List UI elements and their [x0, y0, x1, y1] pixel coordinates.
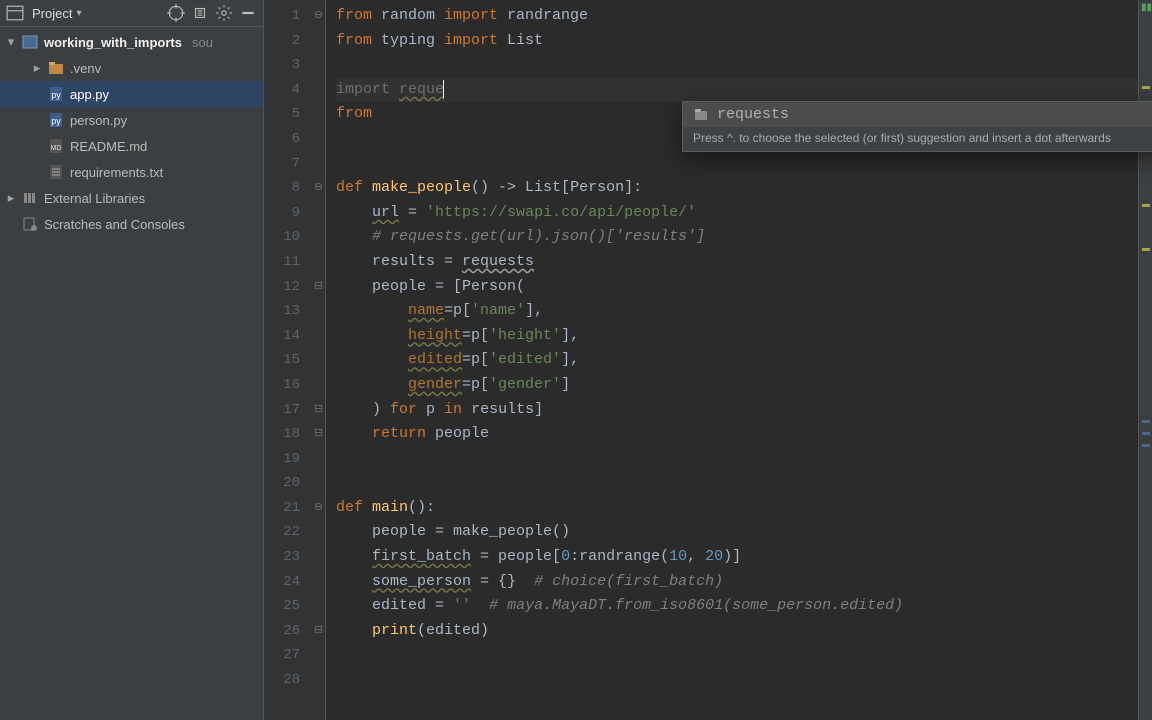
code-line[interactable]: # requests.get(url).json()['results']: [336, 225, 1138, 250]
caret-right-icon[interactable]: ▸: [32, 60, 42, 76]
scratches-icon: [22, 216, 38, 232]
fold-gutter[interactable]: ⊖⊖⊟⊟⊟⊖⊟: [312, 0, 326, 720]
svg-text:MD: MD: [51, 145, 62, 152]
completion-option-label: requests: [717, 106, 789, 123]
svg-text:py: py: [51, 116, 61, 126]
code-line[interactable]: return people: [336, 422, 1138, 447]
code-line[interactable]: results = requests: [336, 250, 1138, 275]
chevron-down-icon[interactable]: ▾: [76, 8, 81, 19]
tree-root[interactable]: ▾ working_with_imports sou: [0, 29, 263, 55]
caret-right-icon[interactable]: ▸: [6, 190, 16, 206]
file-icon: [48, 164, 64, 180]
tree-item[interactable]: py person.py: [0, 107, 263, 133]
code-line[interactable]: people = make_people(): [336, 520, 1138, 545]
code-line[interactable]: [336, 668, 1138, 693]
line-number-gutter[interactable]: 1234567891011121314151617181920212223242…: [264, 0, 312, 720]
code-line[interactable]: def make_people() -> List[Person]:: [336, 176, 1138, 201]
gear-icon[interactable]: [215, 4, 233, 22]
code-line[interactable]: from random import randrange: [336, 4, 1138, 29]
pause-icon[interactable]: ▮▮: [1141, 2, 1152, 14]
tree-item-label: .venv: [70, 61, 101, 76]
editor: 1234567891011121314151617181920212223242…: [264, 0, 1152, 720]
sidebar-toolbar: Project ▾: [0, 0, 263, 27]
external-libraries-label: External Libraries: [44, 191, 145, 206]
code-line[interactable]: name=p['name'],: [336, 299, 1138, 324]
tree-item-label: person.py: [70, 113, 127, 128]
code-completion-popup[interactable]: requests Press ^. to choose the selected…: [682, 101, 1152, 152]
tree-root-hint: sou: [192, 35, 213, 50]
completion-hint: Press ^. to choose the selected (or firs…: [683, 127, 1152, 151]
file-icon: py: [48, 112, 64, 128]
scratches-label: Scratches and Consoles: [44, 217, 185, 232]
libraries-icon: [22, 190, 38, 206]
code-line[interactable]: [336, 53, 1138, 78]
project-tree[interactable]: ▾ working_with_imports sou ▸ .venv py app.p…: [0, 27, 263, 237]
code-line[interactable]: from typing import List: [336, 29, 1138, 54]
file-icon: [48, 60, 64, 76]
text-caret: [443, 80, 444, 98]
scratches[interactable]: Scratches and Consoles: [0, 211, 263, 237]
code-line[interactable]: gender=p['gender']: [336, 373, 1138, 398]
code-line[interactable]: edited=p['edited'],: [336, 348, 1138, 373]
code-line[interactable]: people = [Person(: [336, 275, 1138, 300]
tree-item[interactable]: requirements.txt: [0, 159, 263, 185]
project-pane-icon: [6, 4, 24, 22]
caret-down-icon[interactable]: ▾: [6, 34, 16, 50]
module-icon: [22, 34, 38, 50]
project-label[interactable]: Project: [32, 6, 72, 21]
tree-item-label: README.md: [70, 139, 147, 154]
code-line[interactable]: [336, 152, 1138, 177]
code-line[interactable]: url = 'https://swapi.co/api/people/': [336, 201, 1138, 226]
code-line[interactable]: some_person = {} # choice(first_batch): [336, 570, 1138, 595]
tree-item-label: app.py: [70, 87, 109, 102]
tree-item[interactable]: py app.py: [0, 81, 263, 107]
external-libraries[interactable]: ▸ External Libraries: [0, 185, 263, 211]
package-icon: [693, 107, 709, 123]
tree-item[interactable]: MD README.md: [0, 133, 263, 159]
code-line[interactable]: [336, 471, 1138, 496]
target-icon[interactable]: [167, 4, 185, 22]
code-line[interactable]: def main():: [336, 496, 1138, 521]
tree-root-label: working_with_imports: [44, 35, 182, 50]
tree-item[interactable]: ▸ .venv: [0, 55, 263, 81]
code-line[interactable]: print(edited): [336, 619, 1138, 644]
tree-item-label: requirements.txt: [70, 165, 163, 180]
completion-option[interactable]: requests: [683, 102, 1152, 127]
code-line[interactable]: edited = '' # maya.MayaDT.from_iso8601(s…: [336, 594, 1138, 619]
code-line[interactable]: [336, 643, 1138, 668]
file-icon: py: [48, 86, 64, 102]
project-sidebar: Project ▾ ▾ working_with_imports sou ▸ .v…: [0, 0, 264, 720]
file-icon: MD: [48, 138, 64, 154]
expand-all-icon[interactable]: [191, 4, 209, 22]
svg-text:py: py: [51, 90, 61, 100]
code-line[interactable]: [336, 447, 1138, 472]
code-line[interactable]: first_batch = people[0:randrange(10, 20)…: [336, 545, 1138, 570]
minimize-icon[interactable]: [239, 4, 257, 22]
code-line[interactable]: import reque: [336, 78, 1138, 103]
code-line[interactable]: ) for p in results]: [336, 398, 1138, 423]
code-line[interactable]: height=p['height'],: [336, 324, 1138, 349]
